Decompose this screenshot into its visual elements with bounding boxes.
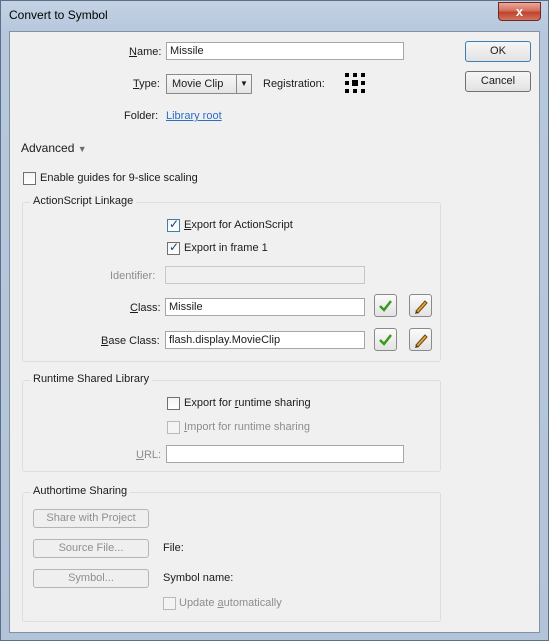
cancel-button[interactable]: Cancel <box>465 71 531 92</box>
dialog-window: Convert to Symbol x Name: Missile OK Can… <box>0 0 549 641</box>
import-runtime-label: Import for runtime sharing <box>184 421 310 433</box>
title-bar[interactable]: Convert to Symbol x <box>1 1 548 31</box>
identifier-label: Identifier: <box>110 270 156 282</box>
base-class-label: Base Class: <box>101 335 160 347</box>
type-select-value: Movie Clip <box>172 78 224 90</box>
triangle-down-icon: ▼ <box>77 144 87 154</box>
share-with-project-button: Share with Project <box>33 509 149 528</box>
folder-label: Folder: <box>124 110 159 122</box>
checkmark-icon: ✓ <box>169 217 180 231</box>
validate-base-class-button[interactable] <box>374 328 397 351</box>
edit-class-button[interactable] <box>409 294 432 317</box>
ok-button[interactable]: OK <box>465 41 531 62</box>
symbol-button: Symbol... <box>33 569 149 588</box>
authortime-sharing-title: Authortime Sharing <box>30 485 131 497</box>
base-class-input[interactable]: flash.display.MovieClip <box>165 331 365 349</box>
advanced-toggle[interactable]: Advanced ▼ <box>21 141 87 155</box>
class-input[interactable]: Missile <box>165 298 365 316</box>
export-runtime-label: Export for runtime sharing <box>184 397 311 409</box>
nine-slice-label: Enable guides for 9-slice scaling <box>40 172 198 184</box>
type-select[interactable]: Movie Clip ▼ <box>166 74 252 94</box>
import-runtime-checkbox <box>167 421 180 434</box>
url-input <box>166 445 404 463</box>
close-button[interactable]: x <box>498 2 541 21</box>
actionscript-linkage-title: ActionScript Linkage <box>30 195 137 207</box>
symbol-name-label: Symbol name: <box>163 572 234 584</box>
export-actionscript-label: Export for ActionScript <box>184 219 293 231</box>
edit-base-class-button[interactable] <box>409 328 432 351</box>
checkmark-icon: ✓ <box>169 240 180 254</box>
identifier-input <box>165 266 365 284</box>
pencil-icon <box>415 300 428 314</box>
registration-label: Registration: <box>263 78 325 90</box>
url-label: URL: <box>136 449 162 461</box>
update-automatically-label: Update automatically <box>179 597 282 609</box>
export-runtime-checkbox[interactable] <box>167 397 180 410</box>
folder-link[interactable]: Library root <box>166 110 222 122</box>
runtime-shared-library-title: Runtime Shared Library <box>30 373 153 385</box>
type-label: Type: <box>133 78 160 90</box>
chevron-down-icon: ▼ <box>236 75 251 93</box>
dialog-client: Name: Missile OK Cancel Type: Movie Clip… <box>9 31 540 633</box>
nine-slice-checkbox[interactable] <box>23 172 36 185</box>
registration-grid-icon[interactable] <box>345 73 365 93</box>
file-label: File: <box>163 542 184 554</box>
source-file-button: Source File... <box>33 539 149 558</box>
name-input[interactable]: Missile <box>166 42 404 60</box>
pencil-icon <box>415 334 428 348</box>
name-label: Name: <box>129 46 162 58</box>
update-automatically-checkbox <box>163 597 176 610</box>
export-actionscript-checkbox[interactable]: ✓ <box>167 217 180 232</box>
export-frame-label: Export in frame 1 <box>184 242 268 254</box>
validate-class-button[interactable] <box>374 294 397 317</box>
dialog-title: Convert to Symbol <box>9 8 108 22</box>
class-label: Class: <box>130 302 161 314</box>
checkmark-icon <box>379 334 392 346</box>
checkmark-icon <box>379 300 392 312</box>
export-frame-checkbox[interactable]: ✓ <box>167 240 180 255</box>
